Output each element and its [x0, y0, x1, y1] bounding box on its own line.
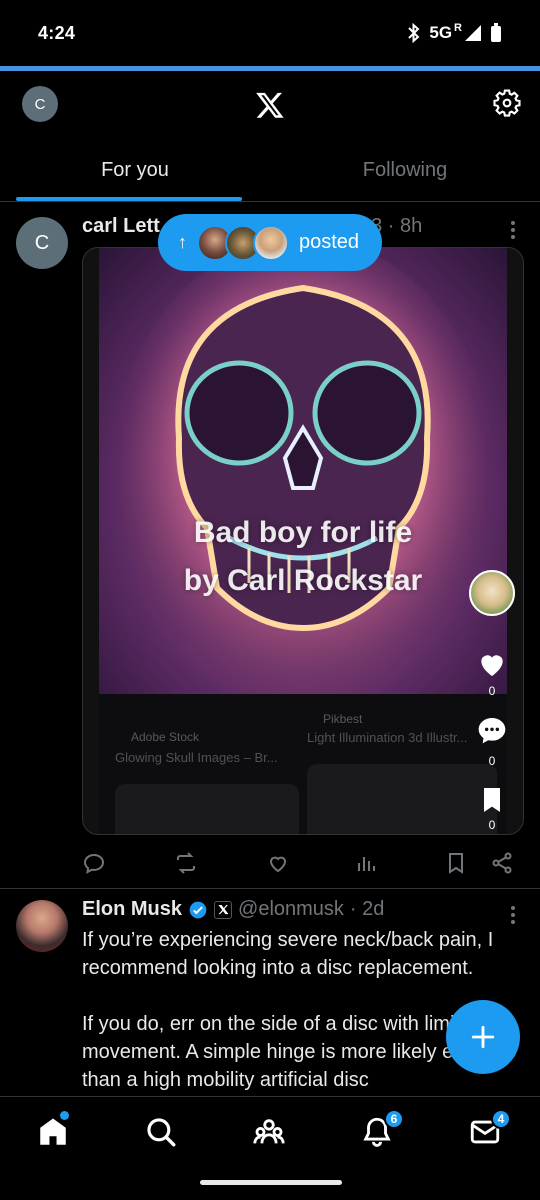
avatar[interactable]: C — [16, 217, 68, 269]
post-author-name[interactable]: Elon Musk — [82, 898, 182, 921]
repost-icon[interactable] — [174, 851, 198, 875]
thumb2-title: Light Illumination 3d Illustr... — [307, 730, 468, 745]
bluetooth-icon — [408, 23, 420, 43]
like-icon[interactable] — [266, 851, 290, 875]
post-time: · 2d — [349, 898, 385, 920]
arrow-up-icon: ↑ — [178, 232, 187, 252]
thumb1-image — [115, 784, 299, 834]
post[interactable]: C carl Lett 33 · 8h Bad boy for life by … — [0, 203, 540, 889]
share-icon[interactable] — [490, 851, 514, 875]
pill-avatar — [253, 224, 289, 261]
gear-icon[interactable] — [492, 88, 522, 118]
verified-badge-icon — [189, 901, 207, 918]
bookmark-icon[interactable] — [476, 784, 508, 816]
notifications-badge: 6 — [384, 1109, 404, 1129]
post-action-bar — [82, 849, 522, 879]
compose-post-button[interactable] — [446, 1000, 520, 1074]
more-options-icon[interactable] — [510, 221, 516, 239]
active-tab-indicator — [16, 197, 242, 201]
tab-for-you-label: For you — [101, 159, 169, 181]
account-avatar-initial: C — [34, 95, 46, 113]
search-icon[interactable] — [144, 1115, 178, 1149]
post-media[interactable]: Bad boy for life by Carl Rockstar Adobe … — [82, 247, 524, 835]
bookmark-icon[interactable] — [444, 851, 468, 875]
post-header: Elon Musk @elonmusk · 2d — [82, 898, 384, 921]
tab-following-label: Following — [362, 159, 448, 181]
battery-icon — [491, 23, 501, 42]
heart-icon[interactable] — [476, 648, 508, 680]
views-icon[interactable] — [354, 851, 378, 875]
plus-icon — [471, 1025, 495, 1049]
pill-avatars — [197, 224, 289, 261]
refresh-progress-bar — [0, 66, 540, 71]
x-logo-icon[interactable] — [255, 90, 285, 120]
avatar-initial: C — [34, 231, 50, 254]
status-icons: 5G R — [407, 22, 502, 43]
comment-bubble-icon[interactable] — [476, 714, 508, 746]
media-overlay-line1: Bad boy for life — [193, 516, 413, 549]
post-author-name[interactable]: carl Lett — [82, 215, 160, 238]
media-search-results: Adobe Stock Glowing Skull Images – Br...… — [99, 694, 507, 834]
like-count: 0 — [488, 684, 496, 698]
media-overlay-line2: by Carl Rockstar — [183, 564, 423, 597]
media-image[interactable]: Bad boy for life by Carl Rockstar — [99, 248, 507, 694]
tab-for-you[interactable]: For you — [0, 140, 270, 201]
home-gesture-bar[interactable] — [200, 1180, 342, 1185]
timeline-tabs: For you Following — [0, 140, 540, 202]
post-paragraph: If you’re experiencing severe neck/back … — [82, 929, 494, 979]
more-options-icon[interactable] — [510, 906, 516, 924]
messages-badge: 4 — [491, 1109, 511, 1129]
puppy-avatar[interactable] — [469, 570, 515, 616]
signal-icon — [465, 25, 481, 41]
x-affiliate-icon — [214, 900, 233, 919]
comment-count: 0 — [488, 754, 496, 768]
top-header: C — [0, 72, 540, 138]
network-label: 5G — [429, 23, 453, 42]
communities-icon[interactable] — [252, 1115, 286, 1149]
avatar[interactable] — [16, 900, 68, 952]
home-icon[interactable] — [36, 1115, 70, 1149]
home-notification-dot — [60, 1111, 69, 1120]
thumb1-title: Glowing Skull Images – Br... — [115, 750, 278, 765]
reply-icon[interactable] — [82, 851, 106, 875]
new-posts-pill[interactable]: ↑ posted — [158, 214, 382, 271]
status-time: 4:24 — [38, 22, 76, 43]
bookmark-count: 0 — [488, 818, 496, 832]
status-bar: 4:24 5G R — [0, 0, 540, 66]
tab-following[interactable]: Following — [270, 140, 540, 201]
post-handle[interactable]: @elonmusk — [238, 898, 344, 921]
thumb2-source: Pikbest — [323, 712, 363, 726]
pill-label: posted — [299, 231, 360, 253]
thumb1-source: Adobe Stock — [131, 730, 200, 744]
skull-image — [113, 248, 493, 694]
account-avatar[interactable]: C — [22, 86, 58, 122]
roaming-label: R — [454, 22, 462, 34]
